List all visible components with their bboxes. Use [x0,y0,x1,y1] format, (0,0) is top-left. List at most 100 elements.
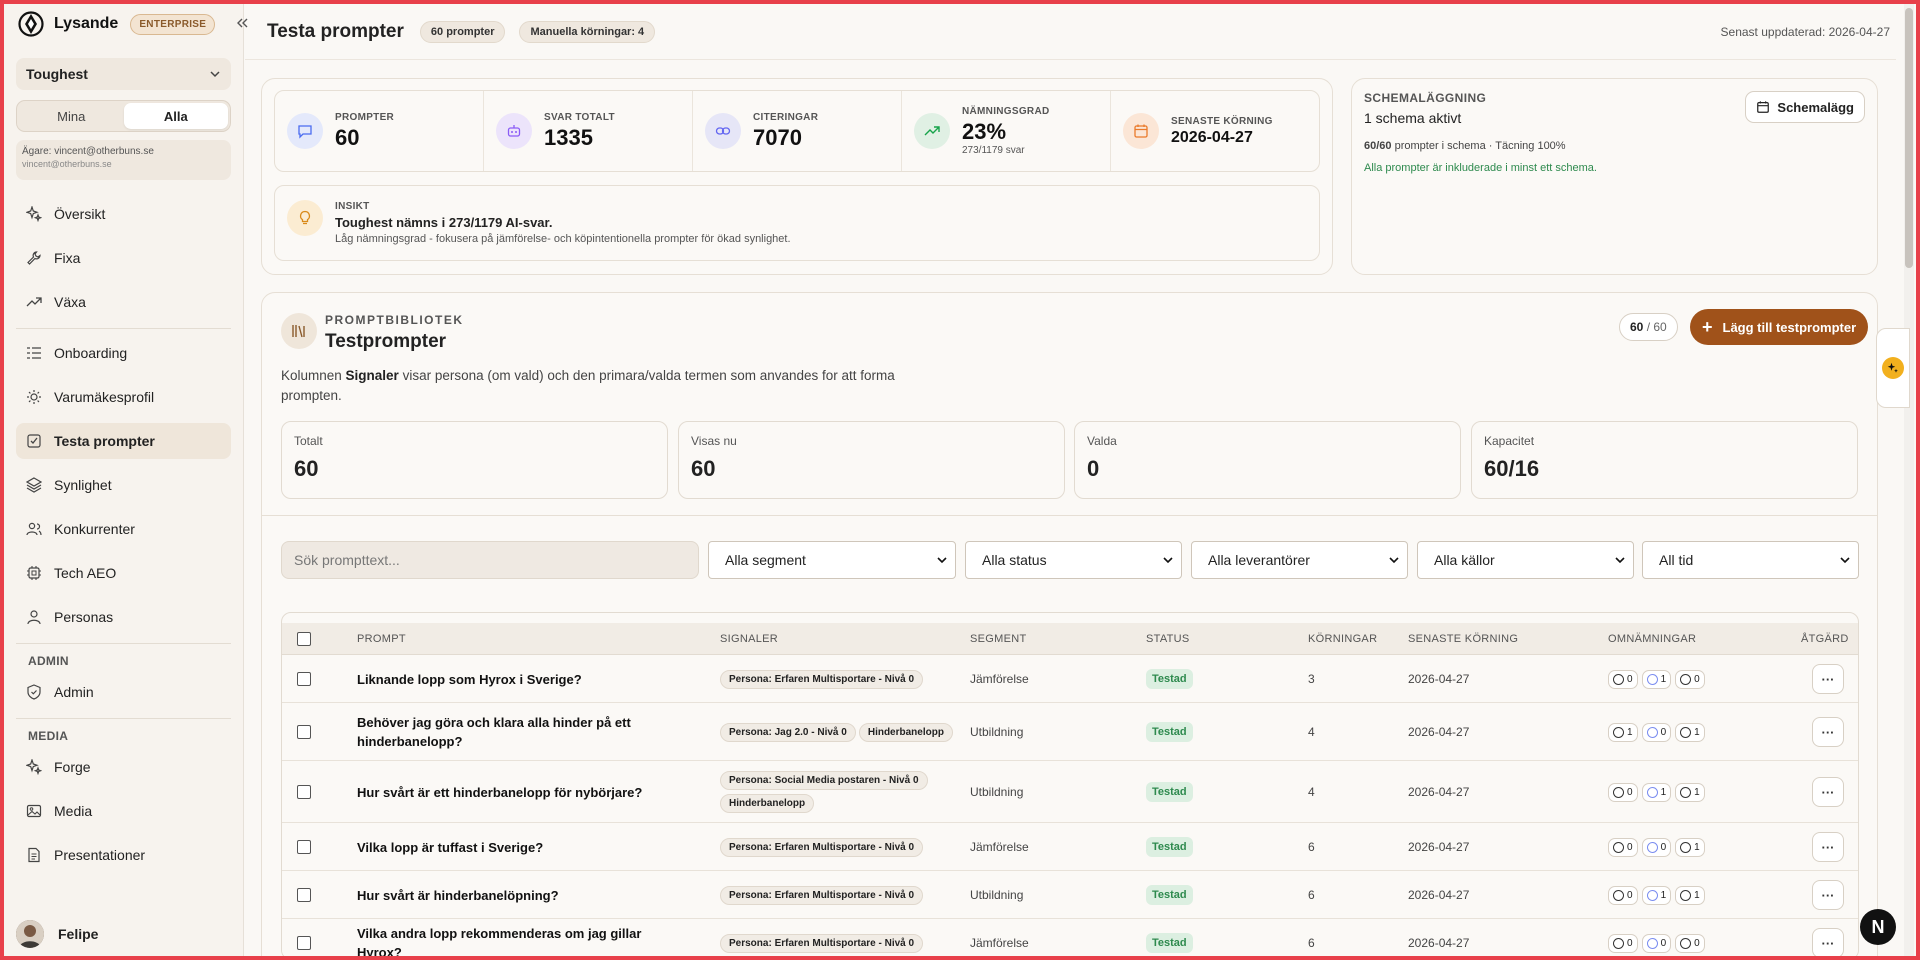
sidebar-item-tech-aeo[interactable]: Tech AEO [16,555,231,591]
perplexity-icon [1680,673,1692,685]
header-status[interactable]: STATUS [1146,623,1190,655]
sidebar-item-oversikt[interactable]: Översikt [16,196,231,232]
mention-badge[interactable]: 1 [1608,722,1638,742]
sidebar-item-konkurrenter[interactable]: Konkurrenter [16,511,231,547]
mention-badge[interactable]: 0 [1608,885,1638,905]
sidebar-item-fixa[interactable]: Fixa [16,240,231,276]
mention-badge[interactable]: 0 [1641,722,1672,742]
select-all-checkbox[interactable] [297,632,311,646]
more-actions-button[interactable]: ··· [1812,664,1844,694]
workspace-selector[interactable]: Toughest [16,58,231,90]
table-row[interactable]: Behöver jag göra och klara alla hinder p… [282,703,1858,761]
header-runs[interactable]: KÖRNINGAR [1308,623,1377,655]
provider-select-value: Alla leverantörer [1208,552,1310,568]
table-row[interactable]: Hur svårt är hinderbanelöpning? Persona: … [282,871,1858,919]
mention-badge[interactable]: 0 [1641,837,1672,857]
table-row[interactable]: Liknande lopp som Hyrox i Sverige? Person… [282,655,1858,703]
last-run-date: 2026-04-27 [1408,936,1470,950]
sidebar-item-presentationer[interactable]: Presentationer [16,837,231,873]
add-test-prompts-button[interactable]: + Lägg till testprompter [1690,309,1869,345]
source-select[interactable]: Alla källor [1417,541,1634,579]
prompt-text[interactable]: Behöver jag göra och klara alla hinder p… [357,713,677,751]
sidebar-item-testa-prompter[interactable]: Testa prompter [16,423,231,459]
scrollbar-thumb[interactable] [1905,8,1913,268]
schedule-note: Alla prompter är inkluderade i minst ett… [1364,162,1597,174]
assistant-side-tab[interactable] [1876,328,1910,408]
mention-badge[interactable]: 1 [1675,782,1705,802]
mentions-cell: 0 0 1 [1608,823,1705,871]
prompt-text[interactable]: Hur svårt är hinderbanelöpning? [357,886,559,905]
mention-badge[interactable]: 0 [1675,669,1705,689]
row-checkbox[interactable] [297,936,311,950]
filter-all-button[interactable]: Alla [123,103,228,129]
sidebar-item-personas[interactable]: Personas [16,599,231,635]
mention-badge[interactable]: 1 [1675,722,1705,742]
prompt-text[interactable]: Hur svårt är ett hinderbanelopp för nybö… [357,783,642,802]
prompt-text[interactable]: Vilka lopp är tuffast i Sverige? [357,838,543,857]
signal-chip: Persona: Social Media postaren - Nivå 0 [720,771,928,790]
sparkle-icon [26,206,42,222]
mention-badge[interactable]: 0 [1641,933,1672,953]
signal-chip: Persona: Jag 2.0 - Nivå 0 [720,722,856,742]
prompt-text[interactable]: Vilka andra lopp rekommenderas om jag gi… [357,924,677,959]
mention-badge[interactable]: 1 [1641,669,1672,689]
prompt-text[interactable]: Liknande lopp som Hyrox i Sverige? [357,670,582,689]
runs-cell: 4 [1308,703,1315,761]
more-actions-button[interactable]: ··· [1812,717,1844,747]
last-run-date: 2026-04-27 [1408,672,1470,686]
mention-badge[interactable]: 0 [1675,933,1705,953]
stat-mention-rate: NÄMNINGSGRAD 23% 273/1179 svar [902,91,1111,171]
sparkle-icon [26,759,42,775]
more-actions-button[interactable]: ··· [1812,832,1844,862]
mention-count: 0 [1627,841,1633,853]
table-row[interactable]: Hur svårt är ett hinderbanelopp för nybö… [282,761,1858,823]
more-actions-button[interactable]: ··· [1812,777,1844,807]
sidebar-item-admin[interactable]: Admin [16,674,231,710]
mention-badge[interactable]: 1 [1641,782,1672,802]
row-checkbox[interactable] [297,785,311,799]
sidebar-item-varumakesprofil[interactable]: Varumäkesprofil [16,379,231,415]
provider-select[interactable]: Alla leverantörer [1191,541,1408,579]
schedule-button[interactable]: Schemalägg [1745,91,1865,123]
search-input[interactable]: Sök prompttext... [281,541,699,579]
mention-badge[interactable]: 0 [1608,669,1638,689]
row-checkbox[interactable] [297,888,311,902]
mention-badge[interactable]: 0 [1608,837,1638,857]
prompt-table: PROMPT SIGNALER SEGMENT STATUS KÖRNINGAR… [281,612,1859,960]
header-prompt[interactable]: PROMPT [357,623,406,655]
sidebar-item-forge[interactable]: Forge [16,749,231,785]
mention-badge[interactable]: 1 [1641,885,1672,905]
status-select[interactable]: Alla status [965,541,1182,579]
runs-count: 6 [1308,888,1315,902]
row-checkbox[interactable] [297,840,311,854]
sidebar-item-synlighet[interactable]: Synlighet [16,467,231,503]
dev-tools-badge[interactable]: N [1860,909,1896,945]
table-row[interactable]: Vilka lopp är tuffast i Sverige? Persona:… [282,823,1858,871]
more-actions-button[interactable]: ··· [1812,880,1844,910]
gemini-icon [1646,726,1658,738]
header-segment[interactable]: SEGMENT [970,623,1027,655]
header-last-run[interactable]: SENASTE KÖRNING [1408,623,1518,655]
row-checkbox[interactable] [297,725,311,739]
table-row[interactable]: Vilka andra lopp rekommenderas om jag gi… [282,919,1858,959]
mention-badge[interactable]: 0 [1608,782,1638,802]
sidebar-item-vaxa[interactable]: Växa [16,284,231,320]
media-section-heading: MEDIA [28,729,69,743]
mention-badge[interactable]: 1 [1675,837,1705,857]
sidebar-item-media[interactable]: Media [16,793,231,829]
mention-badge[interactable]: 1 [1675,885,1705,905]
time-select[interactable]: All tid [1642,541,1859,579]
row-checkbox[interactable] [297,672,311,686]
brand-name: Lysande [54,15,119,32]
mention-badge[interactable]: 0 [1608,933,1638,953]
sidebar-item-label: Testa prompter [54,433,155,449]
status-cell: Testad [1146,871,1193,919]
sidebar-item-onboarding[interactable]: Onboarding [16,335,231,371]
more-horizontal-icon: ··· [1821,784,1835,800]
filter-mine-button[interactable]: Mina [19,103,124,129]
chevron-down-icon [937,557,947,564]
more-actions-button[interactable]: ··· [1812,928,1844,958]
user-menu[interactable]: Felipe [16,916,98,952]
avatar [16,920,44,948]
segment-select[interactable]: Alla segment [708,541,956,579]
